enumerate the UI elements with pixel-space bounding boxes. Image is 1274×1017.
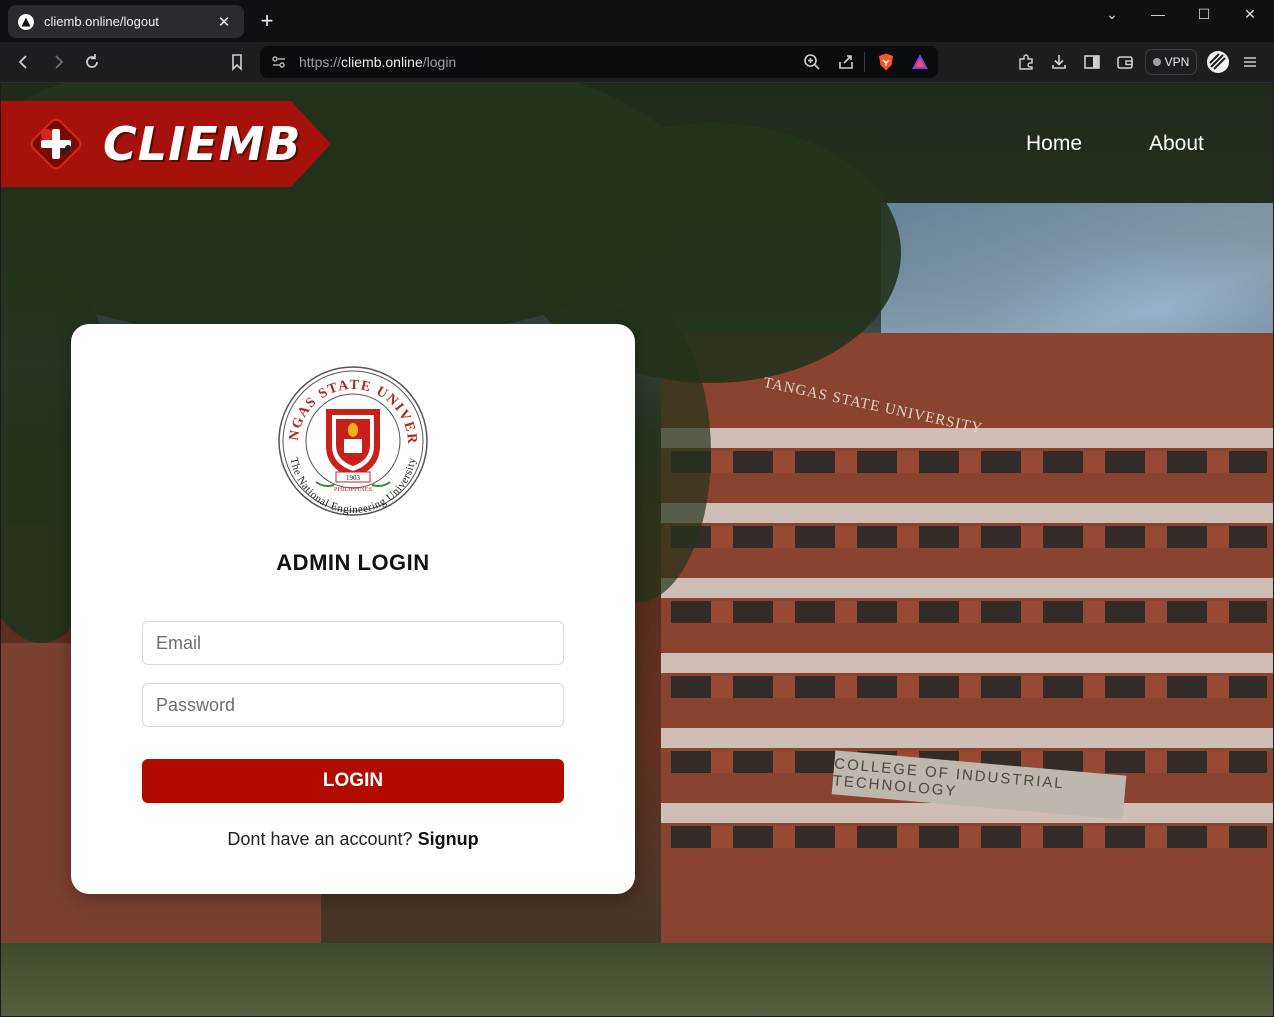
window-close-button[interactable]: ✕ [1240, 6, 1260, 26]
address-bar[interactable]: https://cliemb.online/login [260, 46, 938, 78]
wallet-icon[interactable] [1115, 52, 1135, 72]
browser-toolbar: https://cliemb.online/login VPN [0, 42, 1274, 83]
login-button[interactable]: LOGIN [142, 759, 564, 803]
login-title: ADMIN LOGIN [276, 550, 430, 575]
nav-home-link[interactable]: Home [1026, 132, 1082, 156]
tab-title: cliemb.online/logout [44, 14, 159, 29]
brand-banner[interactable]: CLIEMB [1, 101, 331, 187]
minimize-button[interactable]: — [1148, 6, 1168, 26]
brave-shields-icon[interactable] [876, 52, 896, 77]
browser-tab-active[interactable]: cliemb.online/logout ✕ [8, 5, 244, 38]
tab-close-icon[interactable]: ✕ [214, 13, 234, 31]
browser-tab-bar: cliemb.online/logout ✕ + ⌄ — ☐ ✕ [0, 0, 1274, 42]
bookmark-icon[interactable] [227, 52, 247, 72]
site-favicon-icon [18, 13, 34, 30]
site-settings-icon[interactable] [270, 53, 288, 76]
menu-icon[interactable] [1240, 52, 1260, 72]
signup-prompt-text: Dont have an account? [227, 829, 413, 849]
seal-year: 1903 [346, 474, 361, 482]
address-bar-divider [864, 52, 865, 72]
tab-search-icon[interactable]: ⌄ [1102, 6, 1122, 26]
profile-avatar-icon[interactable] [1206, 50, 1230, 74]
new-tab-button[interactable]: + [256, 9, 278, 33]
extensions-icon[interactable] [1016, 52, 1036, 72]
brand-name: CLIEMB [103, 117, 302, 171]
vpn-button[interactable]: VPN [1145, 49, 1197, 75]
brand-logo-icon [30, 118, 82, 170]
vpn-status-icon [1152, 58, 1161, 66]
vpn-label: VPN [1164, 55, 1190, 69]
downloads-icon[interactable] [1049, 52, 1069, 72]
brave-rewards-icon[interactable] [910, 52, 930, 77]
seal-country: PHILIPPINES [334, 486, 373, 493]
share-icon[interactable] [836, 52, 856, 77]
password-input[interactable] [142, 683, 564, 727]
sidebar-icon[interactable] [1082, 52, 1102, 72]
maximize-button[interactable]: ☐ [1194, 6, 1214, 26]
signup-prompt-line: Dont have an account? Signup [71, 829, 635, 850]
nav-about-link[interactable]: About [1149, 132, 1204, 156]
forward-icon[interactable] [48, 52, 68, 72]
signup-link[interactable]: Signup [418, 829, 479, 849]
back-icon[interactable] [14, 52, 34, 72]
email-input[interactable] [142, 621, 564, 665]
zoom-icon[interactable] [802, 52, 822, 77]
login-card: BATANGAS STATE UNIVERSITY The National E… [71, 324, 635, 894]
login-page: TANGAS STATE UNIVERSITY COLLEGE OF INDUS… [1, 83, 1273, 1016]
url-text[interactable]: https://cliemb.online/login [299, 54, 456, 70]
reload-icon[interactable] [82, 52, 102, 72]
university-seal-logo: BATANGAS STATE UNIVERSITY The National E… [276, 364, 428, 516]
background-ground [1, 943, 1273, 1016]
